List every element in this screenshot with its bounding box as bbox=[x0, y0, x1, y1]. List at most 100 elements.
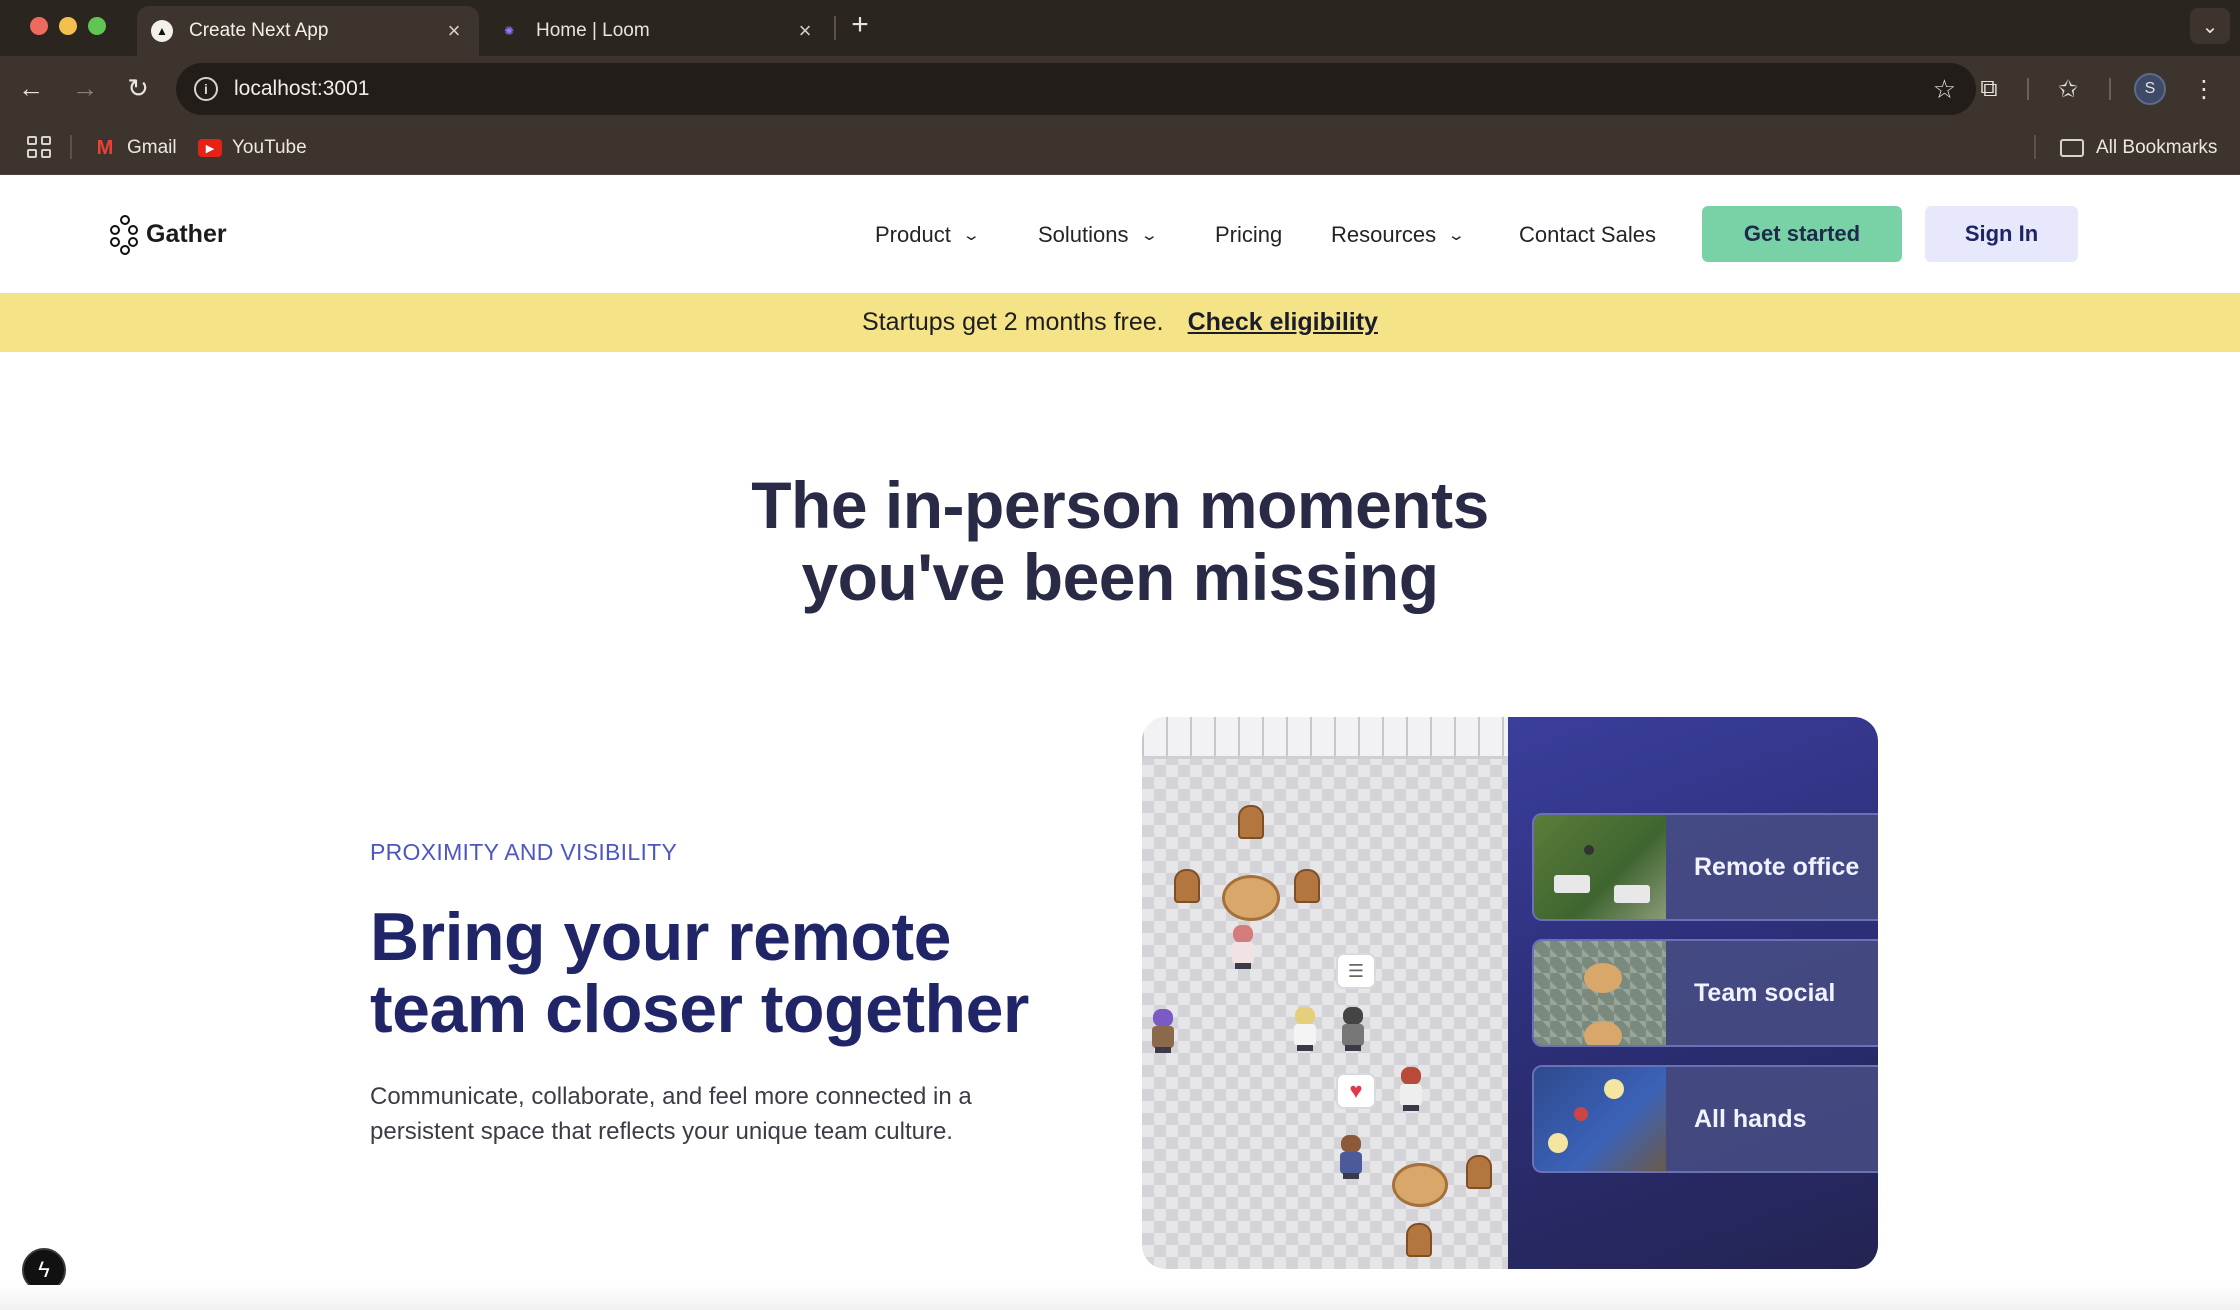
nav-label: Resources bbox=[1331, 222, 1437, 247]
hero-title-line: you've been missing bbox=[801, 540, 1439, 614]
feature-description-line: Communicate, collaborate, and feel more … bbox=[370, 1083, 972, 1110]
bookmarks-bar: M Gmail ▶ YouTube All Bookmarks bbox=[0, 121, 2240, 175]
bookmark-star-icon[interactable]: ☆ bbox=[1933, 74, 1956, 105]
room-card-team-social[interactable]: Team social bbox=[1532, 939, 1878, 1047]
extensions-icon[interactable]: ⧉ bbox=[1973, 73, 2005, 105]
address-bar[interactable]: i localhost:3001 ☆ bbox=[176, 63, 1976, 115]
main-nav: Product ⌄ Solutions ⌄ Pricing Resources … bbox=[0, 211, 2240, 259]
url-text[interactable]: localhost:3001 bbox=[234, 77, 1933, 101]
apps-grid-icon[interactable] bbox=[24, 133, 52, 161]
chair bbox=[1466, 1155, 1492, 1189]
avatar-sprite bbox=[1338, 1007, 1368, 1051]
browser-menu-icon[interactable]: ⋮ bbox=[2188, 73, 2220, 105]
tab-divider bbox=[834, 16, 836, 40]
page-bottom-edge bbox=[0, 1285, 2240, 1310]
toolbar-divider bbox=[2109, 78, 2111, 100]
check-eligibility-link[interactable]: Check eligibility bbox=[1188, 308, 1378, 337]
browser-tab[interactable]: ✺ Home | Loom × bbox=[484, 6, 830, 56]
nav-product[interactable]: Product ⌄ bbox=[875, 211, 981, 259]
nav-label: Solutions bbox=[1038, 222, 1129, 247]
chevron-down-icon: ⌄ bbox=[1447, 227, 1466, 244]
profile-avatar[interactable]: S bbox=[2134, 73, 2166, 105]
feature-title-line: Bring your remote bbox=[370, 899, 951, 975]
nav-contact-sales[interactable]: Contact Sales bbox=[1519, 211, 1656, 259]
nav-pricing[interactable]: Pricing bbox=[1215, 211, 1282, 259]
get-started-button[interactable]: Get started bbox=[1702, 206, 1902, 262]
all-bookmarks-label: All Bookmarks bbox=[2096, 137, 2218, 158]
promo-text: Startups get 2 months free. bbox=[862, 308, 1164, 336]
nav-label: Pricing bbox=[1215, 222, 1283, 247]
nav-resources[interactable]: Resources ⌄ bbox=[1331, 211, 1466, 259]
feature-title-line: team closer together bbox=[370, 971, 1029, 1047]
chevron-down-icon: ⌄ bbox=[1139, 227, 1159, 244]
bookmark-divider bbox=[70, 135, 72, 159]
bookmark-gmail[interactable]: M Gmail bbox=[93, 133, 177, 163]
avatar-sprite bbox=[1148, 1009, 1178, 1053]
feature-visual: ☰ ♥ Remote office Team social All hands bbox=[1142, 717, 1878, 1269]
feature-description-line: persistent space that reflects your uniq… bbox=[370, 1118, 953, 1145]
tab-search-button[interactable]: ⌄ bbox=[2190, 8, 2230, 44]
room-label: Team social bbox=[1694, 978, 1836, 1007]
chat-bubble-icon: ☰ bbox=[1336, 953, 1376, 989]
room-card-all-hands[interactable]: All hands bbox=[1532, 1065, 1878, 1173]
webpage: Gather Product ⌄ Solutions ⌄ Pricing Res… bbox=[0, 175, 2240, 1310]
gmail-icon: M bbox=[96, 136, 114, 159]
maximize-window-button[interactable] bbox=[88, 17, 106, 35]
bookmark-label: Gmail bbox=[127, 137, 177, 158]
bookmark-divider bbox=[2034, 135, 2036, 159]
close-window-button[interactable] bbox=[30, 17, 48, 35]
room-label: Remote office bbox=[1694, 852, 1860, 881]
loom-icon: ✺ bbox=[503, 24, 515, 38]
avatar-sprite bbox=[1228, 925, 1258, 969]
room-thumbnail bbox=[1534, 941, 1666, 1045]
round-table bbox=[1222, 875, 1280, 921]
chair bbox=[1174, 869, 1200, 903]
avatar-sprite bbox=[1336, 1135, 1366, 1179]
feature-description: Communicate, collaborate, and feel more … bbox=[370, 1079, 1010, 1149]
folder-icon bbox=[2060, 139, 2084, 157]
chevron-down-icon: ⌄ bbox=[961, 227, 981, 244]
nav-label: Contact Sales bbox=[1519, 222, 1656, 247]
map-wall bbox=[1142, 717, 1508, 759]
nextjs-icon: ▲ bbox=[151, 20, 173, 42]
room-thumbnail bbox=[1534, 1067, 1666, 1171]
chair bbox=[1294, 869, 1320, 903]
bookmark-label: YouTube bbox=[232, 137, 307, 158]
tab-title: Create Next App bbox=[189, 20, 329, 41]
reload-button[interactable]: ↻ bbox=[121, 71, 155, 105]
youtube-icon: ▶ bbox=[198, 139, 222, 157]
site-header: Gather Product ⌄ Solutions ⌄ Pricing Res… bbox=[0, 175, 2240, 293]
tab-title: Home | Loom bbox=[536, 20, 650, 41]
toolbar-divider bbox=[2027, 78, 2029, 100]
bookmark-youtube[interactable]: ▶ YouTube bbox=[198, 133, 307, 163]
site-info-icon[interactable]: i bbox=[194, 77, 218, 101]
heart-reaction-icon: ♥ bbox=[1336, 1073, 1376, 1109]
forward-button[interactable]: → bbox=[68, 71, 102, 105]
avatar-sprite bbox=[1396, 1067, 1426, 1111]
back-button[interactable]: ← bbox=[14, 71, 48, 105]
sign-in-button[interactable]: Sign In bbox=[1925, 206, 2078, 262]
browser-tab-active[interactable]: ▲ Create Next App × bbox=[137, 6, 479, 56]
feature-title: Bring your remote team closer together bbox=[370, 901, 1090, 1045]
chair bbox=[1406, 1223, 1432, 1257]
close-tab-icon[interactable]: × bbox=[794, 18, 816, 44]
hero-title-line: The in-person moments bbox=[751, 468, 1489, 542]
promo-banner: Startups get 2 months free. Check eligib… bbox=[0, 293, 2240, 352]
rooms-panel: Remote office Team social All hands bbox=[1508, 717, 1878, 1269]
nav-solutions[interactable]: Solutions ⌄ bbox=[1038, 211, 1159, 259]
virtual-office-map: ☰ ♥ bbox=[1142, 717, 1508, 1269]
hero-title: The in-person moments you've been missin… bbox=[520, 469, 1720, 613]
browser-titlebar: ▲ Create Next App × ✺ Home | Loom × + ⌄ bbox=[0, 0, 2240, 56]
room-label: All hands bbox=[1694, 1104, 1807, 1133]
new-tab-button[interactable]: + bbox=[848, 10, 872, 40]
close-tab-icon[interactable]: × bbox=[443, 18, 465, 44]
all-bookmarks-button[interactable]: All Bookmarks bbox=[2060, 133, 2217, 163]
section-eyebrow: PROXIMITY AND VISIBILITY bbox=[370, 839, 678, 865]
room-thumbnail bbox=[1534, 815, 1666, 919]
minimize-window-button[interactable] bbox=[59, 17, 77, 35]
avatar-sprite bbox=[1290, 1007, 1320, 1051]
nav-label: Product bbox=[875, 222, 951, 247]
bookmarks-panel-icon[interactable]: ✩ bbox=[2052, 73, 2084, 105]
round-table bbox=[1392, 1163, 1448, 1207]
room-card-remote-office[interactable]: Remote office bbox=[1532, 813, 1878, 921]
